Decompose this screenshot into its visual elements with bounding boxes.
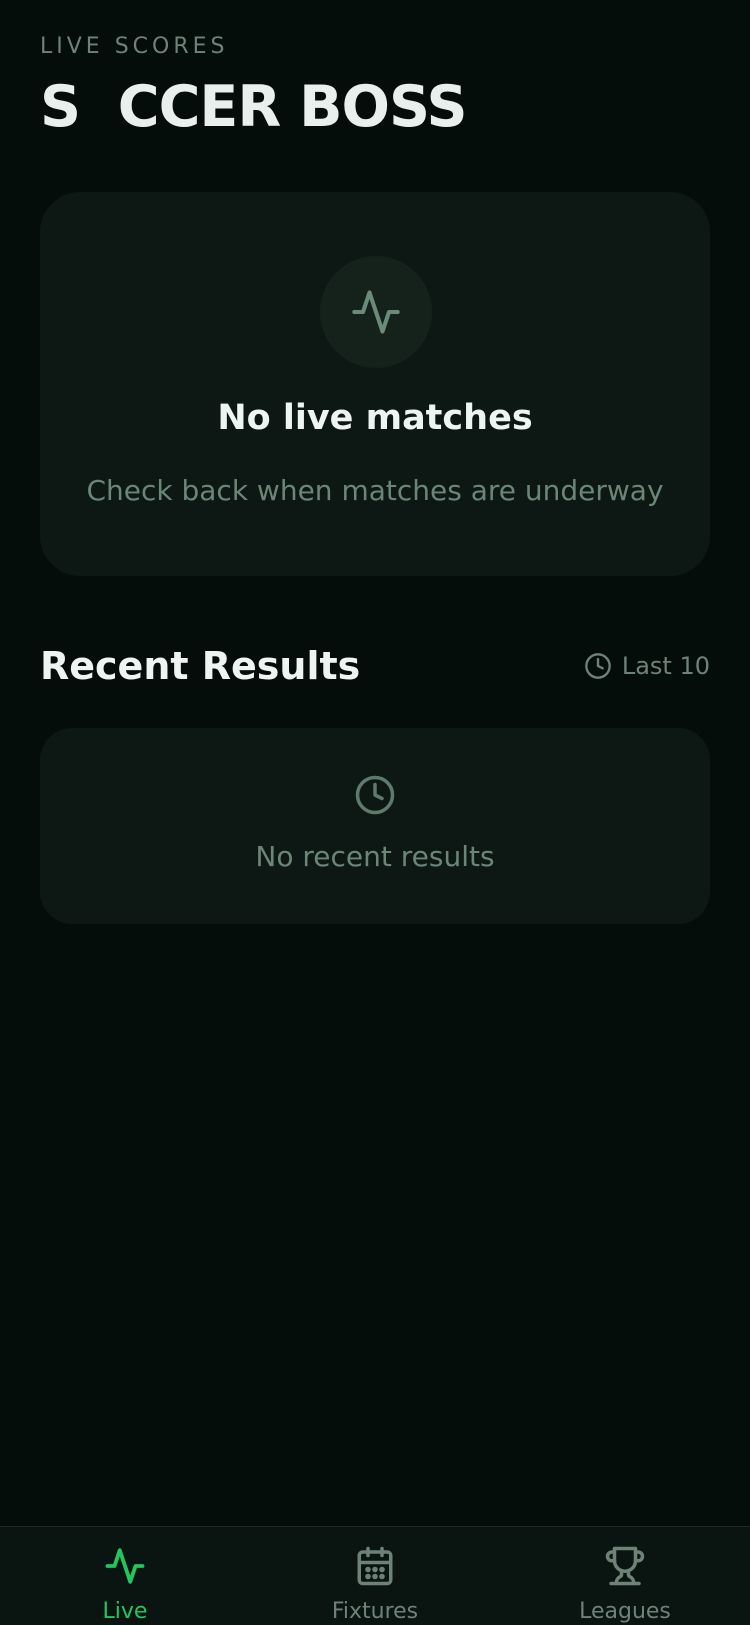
nav-label-leagues: Leagues bbox=[579, 1599, 671, 1624]
nav-label-fixtures: Fixtures bbox=[331, 1599, 419, 1624]
live-status-circle bbox=[320, 256, 432, 368]
nav-item-live[interactable]: Live bbox=[0, 1527, 250, 1625]
activity-icon bbox=[105, 1548, 145, 1584]
activity-icon bbox=[352, 290, 400, 334]
live-matches-card: No live matches Check back when matches … bbox=[40, 192, 710, 576]
nav-item-leagues[interactable]: Leagues bbox=[500, 1527, 750, 1625]
nav-item-fixtures[interactable]: Fixtures bbox=[250, 1527, 500, 1625]
last-10-label: Last 10 bbox=[621, 652, 710, 680]
nav-label-live: Live bbox=[102, 1599, 148, 1624]
header-eyebrow: LIVE SCORES bbox=[40, 34, 229, 59]
live-empty-title: No live matches bbox=[217, 398, 533, 438]
recent-results-card: No recent results bbox=[40, 728, 710, 924]
live-empty-subtitle: Check back when matches are underway bbox=[86, 474, 664, 507]
trophy-icon bbox=[605, 1546, 645, 1586]
app-title: S CCER BOSS bbox=[40, 74, 468, 140]
last-10-filter[interactable]: Last 10 bbox=[584, 652, 710, 680]
recent-results-title: Recent Results bbox=[40, 644, 361, 688]
recent-results-empty-text: No recent results bbox=[255, 840, 495, 873]
clock-icon bbox=[355, 775, 395, 815]
bottom-nav: Live Fixtures Leagues bbox=[0, 1526, 750, 1625]
clock-icon bbox=[584, 653, 611, 679]
calendar-icon bbox=[357, 1546, 393, 1586]
